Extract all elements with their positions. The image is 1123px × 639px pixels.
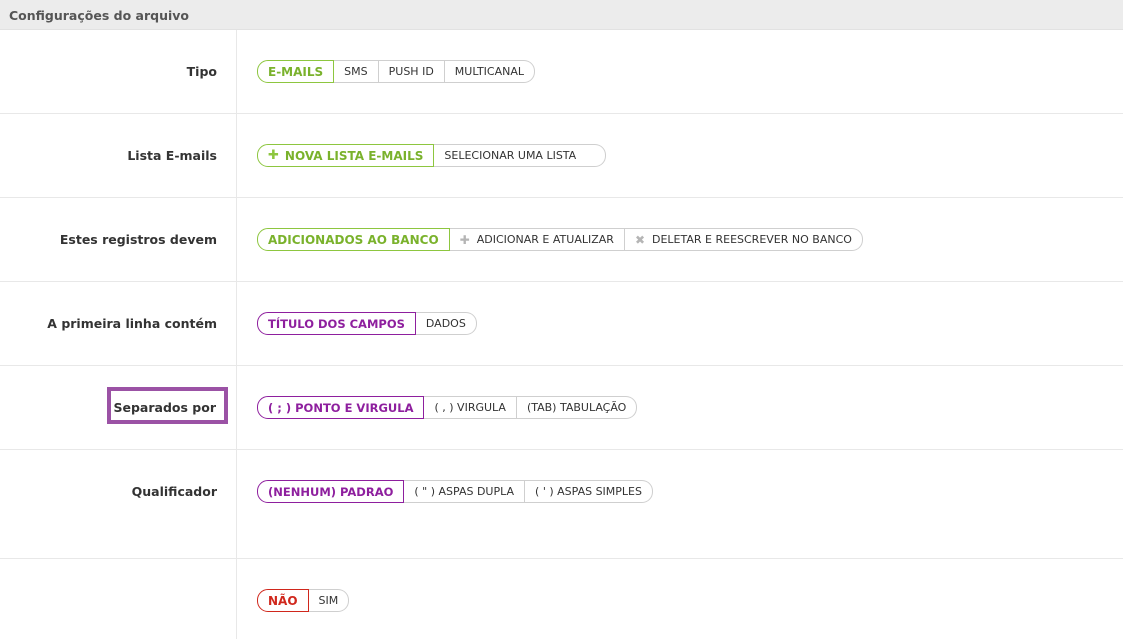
separados-toggle-group: ( ; ) PONTO E VIRGULA ( , ) VIRGULA (TAB… <box>257 396 638 419</box>
section-header: Configurações do arquivo <box>0 0 1123 30</box>
label-qualificador: Qualificador <box>131 484 217 499</box>
tipo-option-push-id[interactable]: PUSH ID <box>378 60 445 83</box>
nova-lista-label: NOVA LISTA E-MAILS <box>284 148 424 163</box>
label-tipo: Tipo <box>186 64 217 79</box>
titulo-campos-option[interactable]: TÍTULO DOS CAMPOS <box>257 312 416 335</box>
row-label-cell: A primeira linha contém <box>0 282 237 365</box>
primeira-toggle-group: TÍTULO DOS CAMPOS DADOS <box>257 312 477 335</box>
plus-icon: ✚ <box>459 232 470 247</box>
nao-option[interactable]: NÃO <box>257 589 309 612</box>
tabulacao-option[interactable]: (TAB) TABULAÇÃO <box>516 396 638 419</box>
row-content: TÍTULO DOS CAMPOS DADOS <box>237 282 1123 365</box>
aspas-dupla-option[interactable]: ( " ) ASPAS DUPLA <box>404 480 526 503</box>
row-content: E-MAILS SMS PUSH ID MULTICANAL <box>237 30 1123 113</box>
row-registros: Estes registros devem ADICIONADOS AO BAN… <box>0 198 1123 282</box>
selecionar-lista-button[interactable]: SELECIONAR UMA LISTA <box>434 144 607 167</box>
sim-option[interactable]: SIM <box>308 589 350 612</box>
label-separados: Separados por <box>113 400 217 415</box>
tipo-option-multicanal[interactable]: MULTICANAL <box>444 60 536 83</box>
deletar-reescrever-option[interactable]: ✖ DELETAR E REESCREVER NO BANCO <box>624 228 863 251</box>
row-lista: Lista E-mails ✚ NOVA LISTA E-MAILS SELEC… <box>0 114 1123 198</box>
row-label-cell: Qualificador <box>0 450 237 558</box>
tipo-toggle-group: E-MAILS SMS PUSH ID MULTICANAL <box>257 60 536 83</box>
row-primeira-linha: A primeira linha contém TÍTULO DOS CAMPO… <box>0 282 1123 366</box>
tipo-option-sms[interactable]: SMS <box>334 60 379 83</box>
dados-option[interactable]: DADOS <box>415 312 477 335</box>
adicionar-atualizar-option[interactable]: ✚ ADICIONAR E ATUALIZAR <box>449 228 625 251</box>
section-title: Configurações do arquivo <box>9 8 189 23</box>
adicionados-banco-option[interactable]: ADICIONADOS AO BANCO <box>257 228 450 251</box>
row-label-cell: Lista E-mails <box>0 114 237 197</box>
qualificador-toggle-group: (NENHUM) PADRAO ( " ) ASPAS DUPLA ( ' ) … <box>257 480 653 503</box>
row-tipo: Tipo E-MAILS SMS PUSH ID MULTICANAL <box>0 30 1123 114</box>
row-content: ( ; ) PONTO E VIRGULA ( , ) VIRGULA (TAB… <box>237 366 1123 449</box>
row-content: ADICIONADOS AO BANCO ✚ ADICIONAR E ATUAL… <box>237 198 1123 281</box>
deletar-reescrever-label: DELETAR E REESCREVER NO BANCO <box>652 233 852 246</box>
registros-toggle-group: ADICIONADOS AO BANCO ✚ ADICIONAR E ATUAL… <box>257 228 863 251</box>
lista-toggle-group: ✚ NOVA LISTA E-MAILS SELECIONAR UMA LIST… <box>257 144 607 167</box>
x-icon: ✖ <box>634 232 645 247</box>
row-content: NÃO SIM <box>237 559 1123 639</box>
row-label-cell: Separados por <box>0 366 237 449</box>
nao-sim-toggle-group: NÃO SIM <box>257 589 350 612</box>
adicionar-atualizar-label: ADICIONAR E ATUALIZAR <box>476 233 614 246</box>
row-nao-sim: NÃO SIM <box>0 559 1123 639</box>
label-registros: Estes registros devem <box>59 232 217 247</box>
row-content: ✚ NOVA LISTA E-MAILS SELECIONAR UMA LIST… <box>237 114 1123 197</box>
aspas-simples-option[interactable]: ( ' ) ASPAS SIMPLES <box>525 480 653 503</box>
nova-lista-button[interactable]: ✚ NOVA LISTA E-MAILS <box>257 144 435 167</box>
label-lista-emails: Lista E-mails <box>127 148 217 163</box>
nenhum-padrao-option[interactable]: (NENHUM) PADRAO <box>257 480 405 503</box>
ponto-virgula-option[interactable]: ( ; ) PONTO E VIRGULA <box>257 396 425 419</box>
row-label-cell <box>0 559 237 639</box>
label-primeira-linha: A primeira linha contém <box>47 316 217 331</box>
tipo-option-emails[interactable]: E-MAILS <box>257 60 335 83</box>
row-content: (NENHUM) PADRAO ( " ) ASPAS DUPLA ( ' ) … <box>237 450 1123 558</box>
virgula-option[interactable]: ( , ) VIRGULA <box>424 396 517 419</box>
row-qualificador: Qualificador (NENHUM) PADRAO ( " ) ASPAS… <box>0 450 1123 559</box>
row-label-cell: Estes registros devem <box>0 198 237 281</box>
plus-icon: ✚ <box>268 148 279 163</box>
row-separados: Separados por ( ; ) PONTO E VIRGULA ( , … <box>0 366 1123 450</box>
row-label-cell: Tipo <box>0 30 237 113</box>
